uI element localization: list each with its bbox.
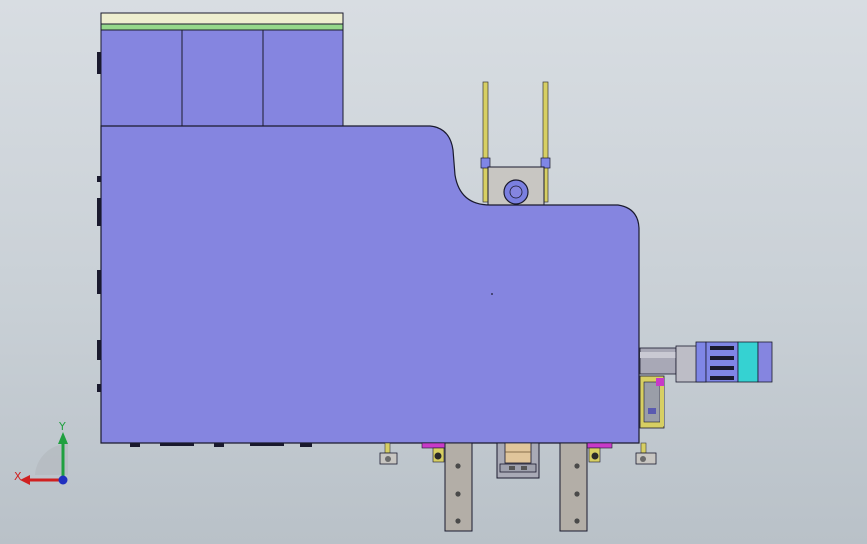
top-box-left bbox=[100, 29, 183, 127]
motor-cyan-body bbox=[737, 341, 759, 383]
motor-shaft-housing bbox=[639, 347, 677, 375]
coordinate-triad[interactable]: Y X bbox=[10, 420, 80, 492]
rail-bearing-hub bbox=[509, 185, 523, 199]
top-box-middle bbox=[181, 29, 264, 127]
main-body[interactable] bbox=[100, 125, 640, 444]
side-bracket-assembly[interactable] bbox=[639, 375, 665, 429]
small-bracket-right[interactable] bbox=[635, 442, 657, 465]
top-box-right bbox=[262, 29, 344, 127]
motor-end-cap bbox=[757, 341, 773, 383]
top-cap-strip bbox=[100, 12, 344, 25]
left-edge-fasteners bbox=[97, 52, 101, 392]
triad-y-label: Y bbox=[58, 420, 66, 433]
top-hopper[interactable] bbox=[100, 12, 344, 127]
y-axis-arrowhead-icon bbox=[58, 432, 68, 444]
leg-left[interactable] bbox=[421, 442, 473, 532]
cad-viewport[interactable]: Y X bbox=[0, 0, 867, 544]
guide-rails[interactable] bbox=[480, 81, 551, 206]
origin-marker bbox=[491, 293, 493, 295]
center-actuator[interactable] bbox=[496, 442, 540, 479]
top-green-strip bbox=[100, 23, 344, 31]
guide-rail-left bbox=[482, 81, 489, 203]
small-bracket-left[interactable] bbox=[379, 442, 398, 465]
triad-x-label: X bbox=[14, 470, 22, 483]
z-axis-dot-icon bbox=[58, 475, 68, 485]
leg-right[interactable] bbox=[559, 442, 613, 532]
model-view[interactable] bbox=[0, 0, 867, 544]
motor-shaft-housing-shade bbox=[640, 352, 676, 358]
